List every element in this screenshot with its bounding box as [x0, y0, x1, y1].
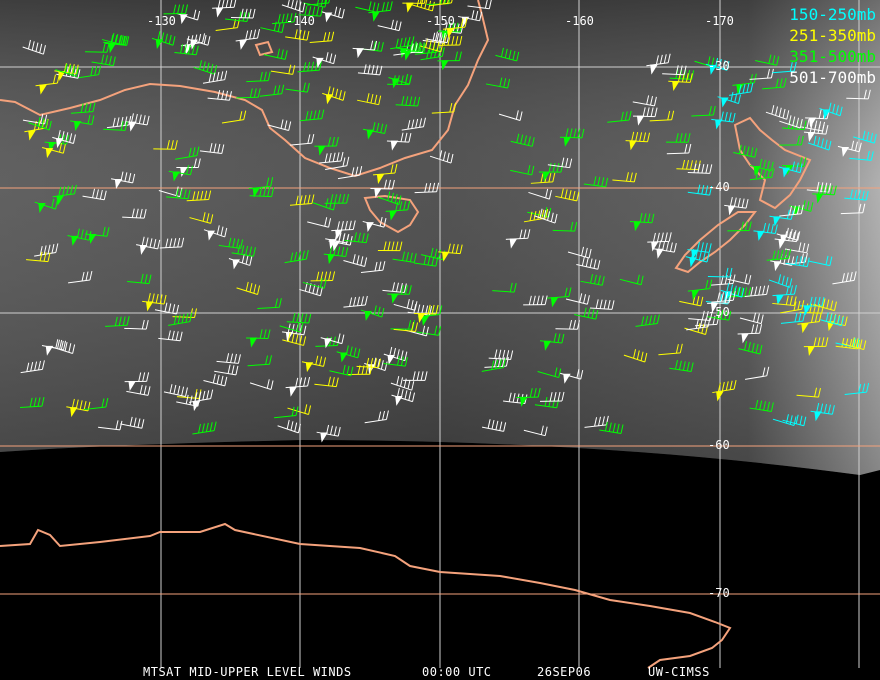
latitude-label: -70	[708, 586, 730, 600]
legend-150-250: 150-250mb	[789, 5, 876, 24]
longitude-label: -170	[705, 14, 734, 28]
latitude-label: -60	[708, 438, 730, 452]
latitude-label: -50	[708, 305, 730, 319]
longitude-label: -160	[565, 14, 594, 28]
map-canvas	[0, 0, 880, 669]
longitude-label: -130	[147, 14, 176, 28]
longitude-label: -140	[286, 14, 315, 28]
satellite-wind-map: -130 -140 -150 -160 -170 -30 -40 -50 -60…	[0, 0, 880, 680]
legend-251-350: 251-350mb	[789, 26, 876, 45]
legend-501-700: 501-700mb	[789, 68, 876, 87]
latitude-label: -30	[708, 59, 730, 73]
longitude-label: -150	[426, 14, 455, 28]
legend-351-500: 351-500mb	[789, 47, 876, 66]
caption-title: MTSAT MID-UPPER LEVEL WINDS	[143, 665, 352, 679]
caption-source: UW-CIMSS	[648, 665, 710, 679]
antarctica-coastline	[0, 522, 732, 669]
pressure-legend: 150-250mb 251-350mb 351-500mb 501-700mb	[789, 4, 876, 88]
latitude-label: -40	[708, 180, 730, 194]
caption-date: 26SEP06	[537, 665, 592, 679]
caption-time: 00:00 UTC	[422, 665, 492, 679]
